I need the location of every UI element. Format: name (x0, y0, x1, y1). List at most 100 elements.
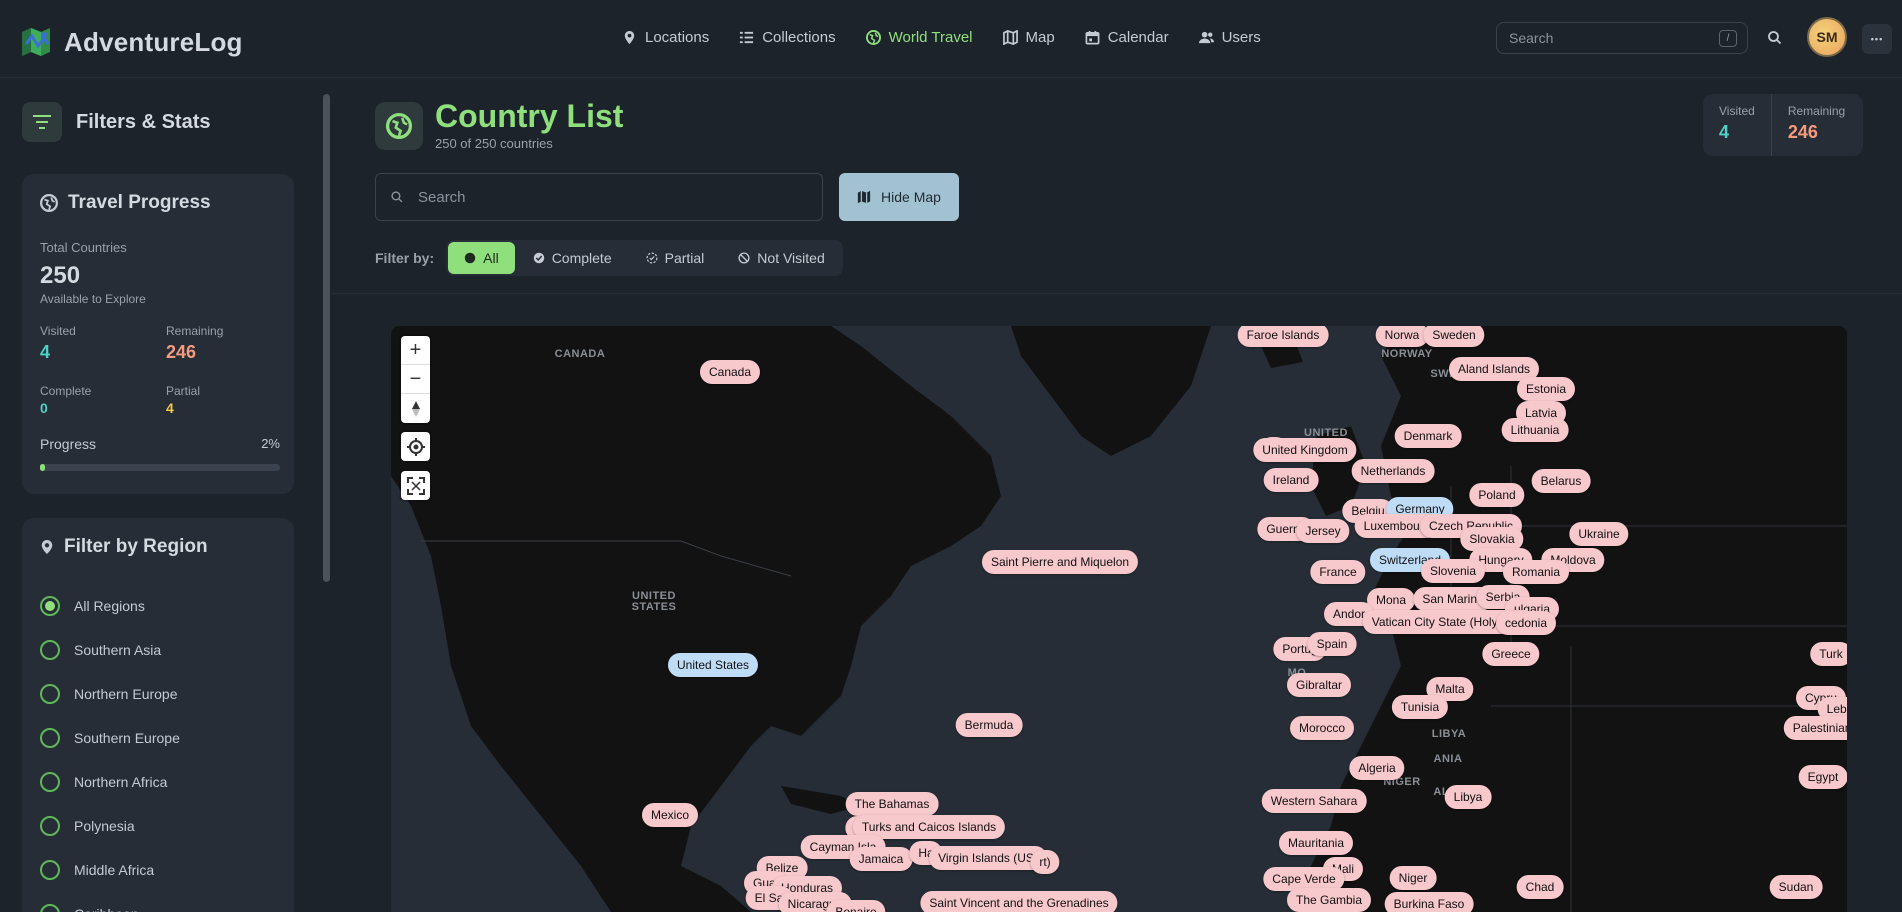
travel-progress-card: Travel Progress Total Countries 250 Avai… (22, 174, 294, 494)
country-pin[interactable]: Bermuda (955, 713, 1023, 737)
search-icon[interactable] (1765, 28, 1785, 48)
filter-all-button[interactable]: All (448, 242, 515, 274)
country-pin[interactable]: Mexico (641, 803, 699, 827)
country-pin[interactable]: Sweden (1423, 326, 1485, 347)
nav-calendar[interactable]: Calendar (1073, 20, 1181, 55)
radio-button[interactable] (40, 860, 60, 880)
country-pin[interactable]: Jamaica (849, 847, 913, 871)
country-pin[interactable]: United Kingdom (1253, 438, 1357, 462)
country-pin[interactable]: Romania (1502, 560, 1570, 584)
status-filter-group: All Complete Partial Not Visited (446, 240, 843, 276)
country-pin[interactable]: Faroe Islands (1237, 326, 1329, 347)
region-option[interactable]: Southern Asia (40, 628, 180, 672)
nav-locations[interactable]: Locations (610, 20, 721, 55)
compass-button[interactable] (401, 394, 430, 423)
country-pin[interactable]: Sudan (1769, 875, 1823, 899)
country-pin[interactable]: Spain (1307, 632, 1357, 656)
radio-button[interactable] (40, 728, 60, 748)
country-pin[interactable]: Bonaire (826, 900, 886, 912)
country-pin[interactable]: Poland (1469, 483, 1525, 507)
country-pin[interactable]: Mauritania (1278, 831, 1354, 855)
country-search-input[interactable] (418, 188, 798, 206)
brand[interactable]: AdventureLog (20, 26, 243, 58)
hide-map-button[interactable]: Hide Map (839, 173, 959, 221)
country-pin[interactable]: rt) (1030, 850, 1060, 874)
country-pin[interactable]: Algeria (1349, 756, 1405, 780)
country-pin[interactable]: Turk (1810, 642, 1847, 666)
filter-not-visited-button[interactable]: Not Visited (722, 242, 840, 274)
country-pin[interactable]: Virgin Islands (US) (929, 846, 1047, 870)
country-pin[interactable]: United States (667, 653, 759, 677)
country-search[interactable] (375, 173, 823, 221)
country-pin[interactable]: Saint Vincent and the Grenadines (920, 891, 1118, 912)
more-menu-button[interactable]: ••• (1862, 24, 1892, 54)
radio-button[interactable] (40, 684, 60, 704)
country-pin[interactable]: Burkina Faso (1384, 892, 1474, 912)
header-search[interactable]: / (1496, 22, 1748, 54)
complete-label: Complete (40, 384, 92, 398)
visited-label: Visited (40, 324, 76, 338)
zoom-out-button[interactable]: − (401, 365, 430, 394)
country-pin[interactable]: Western Sahara (1261, 789, 1367, 813)
country-pin[interactable]: Estonia (1516, 377, 1576, 401)
country-pin[interactable]: Slovenia (1420, 559, 1486, 583)
radio-button[interactable] (40, 772, 60, 792)
country-pin[interactable]: Niger (1389, 866, 1437, 890)
region-option[interactable]: All Regions (40, 584, 180, 628)
world-map[interactable]: + − CANADAUNITED STATESNORWAYSWEDENUNITE… (391, 326, 1847, 912)
radio-button[interactable] (40, 816, 60, 836)
region-option[interactable]: Caribbean (40, 892, 180, 912)
country-pin[interactable]: Norwa (1375, 326, 1429, 347)
filter-toggle-button[interactable] (22, 102, 62, 142)
radio-button[interactable] (40, 904, 60, 912)
country-pin[interactable]: Tunisia (1391, 695, 1449, 719)
region-option[interactable]: Polynesia (40, 804, 180, 848)
filter-partial-button[interactable]: Partial (630, 242, 721, 274)
country-pin[interactable]: Lithuania (1501, 418, 1569, 442)
region-option[interactable]: Middle Africa (40, 848, 180, 892)
nav-collections[interactable]: Collections (727, 20, 847, 55)
partial-value: 4 (166, 400, 174, 416)
country-pin[interactable]: Ukraine (1569, 522, 1629, 546)
card-header: Filter by Region (40, 536, 208, 558)
country-pin[interactable]: The Bahamas (845, 792, 939, 816)
country-pin[interactable]: Palestinian Terr (1783, 716, 1847, 740)
header-search-input[interactable] (1509, 30, 1709, 46)
globe-icon (865, 30, 881, 45)
country-pin[interactable]: Saint Pierre and Miquelon (981, 550, 1139, 574)
zoom-in-button[interactable]: + (401, 336, 430, 365)
radio-button[interactable] (40, 596, 60, 616)
filter-complete-button[interactable]: Complete (517, 242, 628, 274)
country-pin[interactable]: Jersey (1296, 519, 1350, 543)
nav-world-travel[interactable]: World Travel (854, 20, 985, 55)
nav-users[interactable]: Users (1187, 20, 1273, 55)
globe-icon (40, 194, 58, 212)
country-pin[interactable]: Morocco (1289, 716, 1355, 740)
sidebar-scrollbar[interactable] (322, 82, 331, 912)
country-pin[interactable]: Greece (1482, 642, 1540, 666)
region-option[interactable]: Northern Europe (40, 672, 180, 716)
country-pin[interactable]: Netherlands (1351, 459, 1435, 483)
country-pin[interactable]: The Gambia (1286, 888, 1372, 912)
radio-button[interactable] (40, 640, 60, 660)
country-pin[interactable]: Ireland (1263, 468, 1319, 492)
fullscreen-button[interactable] (401, 471, 430, 500)
nav-map[interactable]: Map (991, 20, 1067, 55)
country-pin[interactable]: France (1310, 560, 1366, 584)
country-pin[interactable]: Mona (1366, 588, 1416, 612)
country-pin[interactable]: Belarus (1531, 469, 1591, 493)
country-pin[interactable]: cedonia (1495, 611, 1557, 635)
region-option[interactable]: Southern Europe (40, 716, 180, 760)
fullscreen-icon (406, 476, 425, 495)
scrollbar-thumb[interactable] (323, 94, 330, 582)
country-pin[interactable]: Libya (1444, 785, 1492, 809)
user-avatar[interactable]: SM (1807, 17, 1847, 57)
country-pin[interactable]: Chad (1516, 875, 1564, 899)
country-pin[interactable]: Egypt (1798, 765, 1847, 789)
country-pin[interactable]: Denmark (1394, 424, 1462, 448)
geolocate-button[interactable] (401, 432, 430, 461)
remaining-label: Remaining (166, 324, 224, 338)
region-option[interactable]: Northern Africa (40, 760, 180, 804)
country-pin[interactable]: Canada (699, 360, 761, 384)
country-pin[interactable]: Gibraltar (1286, 673, 1352, 697)
